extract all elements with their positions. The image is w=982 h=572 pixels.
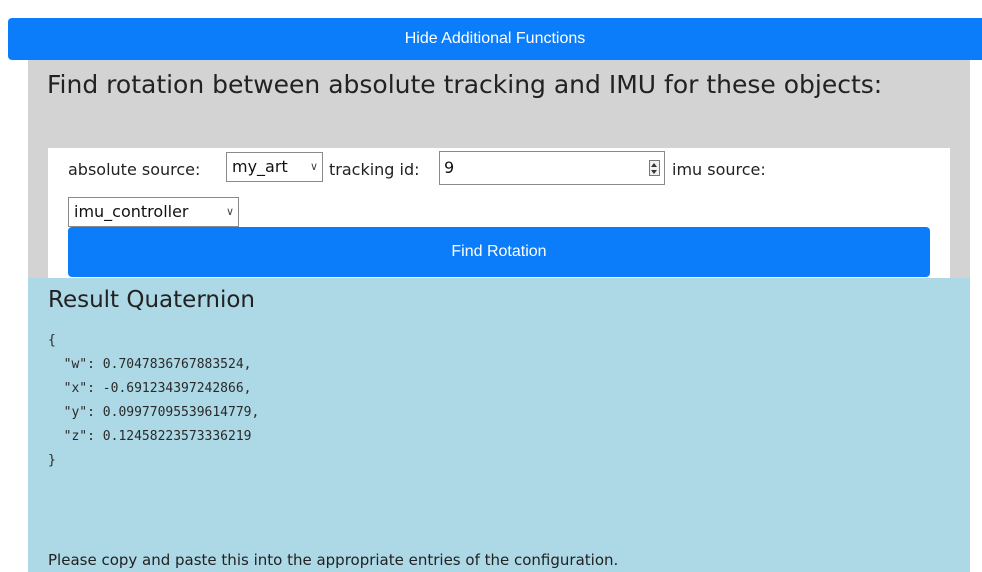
result-json-line: "z": 0.12458223573336219 [48, 429, 252, 444]
rotation-form: absolute source: my_art ∨ tracking id: 9… [48, 148, 950, 278]
result-instruction: Please copy and paste this into the appr… [48, 551, 619, 569]
absolute-source-value: my_art [232, 157, 288, 176]
tracking-id-label: tracking id: [329, 160, 420, 179]
page: Hide Additional Functions Find rotation … [0, 0, 982, 572]
find-rotation-panel: Find rotation between absolute tracking … [28, 60, 970, 278]
imu-source-value: imu_controller [74, 202, 189, 221]
absolute-source-select[interactable]: my_art ∨ [226, 152, 323, 182]
hide-additional-functions-button[interactable]: Hide Additional Functions [8, 18, 982, 60]
result-panel: Result Quaternion { "w": 0.7047836767883… [28, 278, 970, 572]
result-title: Result Quaternion [48, 287, 255, 313]
result-json-line: "x": -0.691234397242866, [48, 381, 252, 396]
result-json-line: } [48, 453, 56, 468]
find-rotation-title: Find rotation between absolute tracking … [47, 70, 883, 99]
absolute-source-label: absolute source: [68, 160, 201, 179]
spinner-up-icon[interactable] [651, 163, 657, 167]
result-json-line: "y": 0.09977095539614779, [48, 405, 260, 420]
number-spinner-icon[interactable] [649, 160, 660, 176]
find-rotation-button[interactable]: Find Rotation [68, 227, 930, 277]
tracking-id-value: 9 [444, 158, 455, 177]
result-json-line: { [48, 333, 56, 348]
tracking-id-input[interactable]: 9 [439, 151, 665, 185]
chevron-down-icon: ∨ [225, 205, 234, 218]
spinner-down-icon[interactable] [651, 170, 657, 174]
imu-source-label: imu source: [672, 160, 766, 179]
imu-source-select[interactable]: imu_controller ∨ [68, 197, 239, 227]
result-json-line: "w": 0.7047836767883524, [48, 357, 252, 372]
chevron-down-icon: ∨ [309, 160, 318, 173]
